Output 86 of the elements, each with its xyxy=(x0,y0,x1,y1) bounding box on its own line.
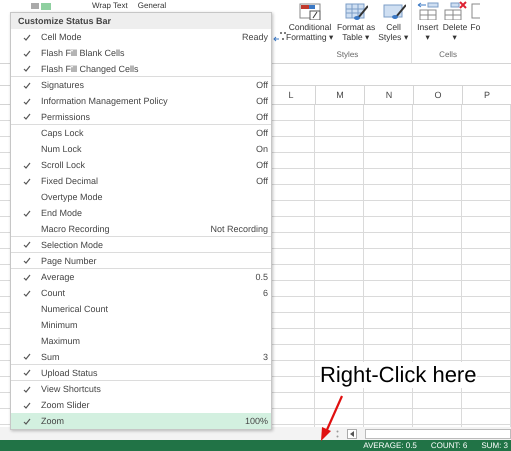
menu-item-label: Zoom Slider xyxy=(41,400,91,410)
column-header[interactable]: O xyxy=(413,86,462,104)
menu-item[interactable]: Count 6 xyxy=(11,285,271,301)
menu-item[interactable]: Fixed Decimal Off xyxy=(11,173,271,189)
menu-item-label: Selection Mode xyxy=(41,240,104,250)
menu-item-label: View Shortcuts xyxy=(41,384,102,394)
menu-item-label: Flash Fill Blank Cells xyxy=(41,48,126,58)
menu-item-value: 3 xyxy=(262,352,268,362)
menu-item[interactable]: End Mode xyxy=(11,205,271,221)
menu-item-label: Page Number xyxy=(41,256,98,266)
menu-item-label: Caps Lock xyxy=(41,128,85,138)
menu-item[interactable]: Upload Status xyxy=(11,365,271,381)
menu-item[interactable]: Macro Recording Not Recording xyxy=(11,221,271,237)
ribbon-button[interactable]: Delete ▾ xyxy=(442,0,468,50)
menu-title: Customize Status Bar xyxy=(11,13,271,29)
menu-item[interactable]: Flash Fill Blank Cells xyxy=(11,45,271,61)
ribbon-button[interactable]: Insert ▾ xyxy=(414,0,441,50)
menu-item-label: Sum xyxy=(41,352,61,362)
menu-item-label: Minimum xyxy=(41,320,79,330)
menu-item[interactable]: Caps Lock Off xyxy=(11,125,271,141)
menu-item-value: Off xyxy=(256,112,268,122)
menu-item-value: Ready xyxy=(242,32,268,42)
menu-item-value: 100% xyxy=(244,416,268,426)
menu-item[interactable]: Minimum xyxy=(11,317,271,333)
status-text: COUNT: 6 xyxy=(430,440,468,450)
format-icon xyxy=(30,2,52,10)
menu-item[interactable]: Zoom Slider xyxy=(11,397,271,413)
menu-item-label: Maximum xyxy=(41,336,82,346)
menu-item-label: Information Management Policy xyxy=(41,96,169,106)
menu-item-label: Flash Fill Changed Cells xyxy=(41,64,140,74)
menu-item[interactable]: Overtype Mode xyxy=(11,189,271,205)
group-label: Cells xyxy=(438,50,458,61)
menu-item-label: End Mode xyxy=(41,208,84,218)
menu-item[interactable]: Permissions Off xyxy=(11,109,271,125)
menu-item-value: Off xyxy=(256,128,268,138)
scroll-left-button[interactable] xyxy=(347,428,357,438)
menu-item-label: Cell Mode xyxy=(41,32,83,42)
menu-item-label: Count xyxy=(41,288,66,298)
ribbon-label[interactable]: Wrap Text xyxy=(92,0,128,10)
status-text: SUM: 3 xyxy=(481,440,508,450)
menu-item-label: Numerical Count xyxy=(41,304,110,314)
menu-item-label: Zoom xyxy=(41,416,66,426)
menu-item-value: Off xyxy=(256,176,268,186)
ribbon-label[interactable]: General xyxy=(138,0,166,10)
menu-item-value: Not Recording xyxy=(210,224,268,234)
menu-item-value: On xyxy=(256,144,268,154)
menu-item-label: Signatures xyxy=(41,80,86,90)
menu-item[interactable]: Selection Mode xyxy=(11,237,271,253)
triangle-icon xyxy=(350,430,354,436)
menu-item-value: 6 xyxy=(262,288,268,298)
menu-item[interactable]: Sum 3 xyxy=(11,349,271,365)
column-header[interactable]: P xyxy=(462,86,511,104)
menu-item[interactable]: Scroll Lock Off xyxy=(11,157,271,173)
annotation-text: Right-Click here xyxy=(320,362,476,388)
menu-item-label: Fixed Decimal xyxy=(41,176,100,186)
ribbon-button[interactable]: Conditional Formatting ▾ xyxy=(285,0,335,50)
menu-item[interactable]: Average 0.5 xyxy=(11,269,271,285)
menu-item-label: Macro Recording xyxy=(41,224,111,234)
menu-item-value: Off xyxy=(256,96,268,106)
decimal-icon xyxy=(273,30,287,42)
group-label: Styles xyxy=(335,50,360,61)
menu-item-label: Permissions xyxy=(41,112,92,122)
ribbon-button[interactable]: Cell Styles ▾ xyxy=(377,0,410,50)
menu-item-label: Average xyxy=(41,272,76,282)
column-header[interactable]: M xyxy=(315,86,364,104)
menu-item[interactable]: Flash Fill Changed Cells xyxy=(11,61,271,77)
ribbon-button[interactable]: Fo xyxy=(469,0,482,50)
menu-item[interactable]: Zoom 100% xyxy=(11,413,271,429)
menu-item[interactable]: Num Lock On xyxy=(11,141,271,157)
menu-item-value: 0.5 xyxy=(255,272,268,282)
menu-item[interactable]: Numerical Count xyxy=(11,301,271,317)
menu-item-label: Upload Status xyxy=(41,368,99,378)
menu-item-label: Overtype Mode xyxy=(41,192,104,202)
drag-handle-icon xyxy=(336,430,339,438)
menu-item-label: Scroll Lock xyxy=(41,160,86,170)
column-header[interactable]: N xyxy=(364,86,413,104)
status-text: AVERAGE: 0.5 xyxy=(363,440,417,450)
menu-item[interactable]: Cell Mode Ready xyxy=(11,29,271,45)
menu-item-value: Off xyxy=(256,160,268,170)
ribbon-button[interactable]: Format as Table ▾ xyxy=(336,0,376,50)
menu-item[interactable]: Maximum xyxy=(11,333,271,349)
menu-item[interactable]: Page Number xyxy=(11,253,271,269)
menu-item-label: Num Lock xyxy=(41,144,83,154)
menu-item-value: Off xyxy=(256,80,268,90)
horizontal-scrollbar[interactable] xyxy=(365,428,511,438)
menu-item[interactable]: View Shortcuts xyxy=(11,381,271,397)
